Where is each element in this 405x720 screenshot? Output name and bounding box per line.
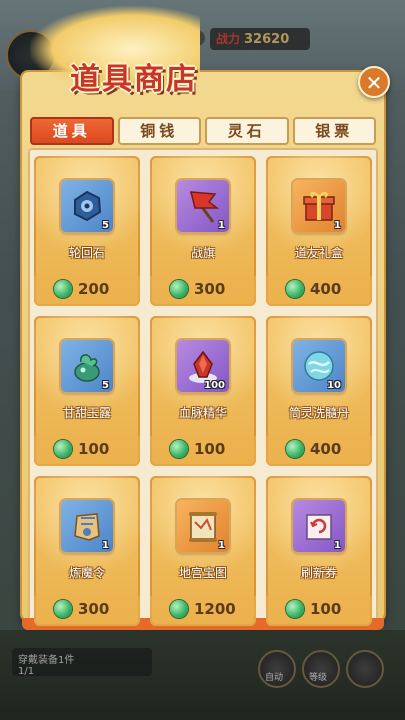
jade-coin-icon bbox=[54, 440, 72, 458]
item-name: 筒灵洗髓丹 bbox=[288, 406, 349, 420]
shop-item-card[interactable]: 1 道友礼盒 400 bbox=[266, 156, 372, 306]
item-name: 刷新券 bbox=[300, 566, 337, 580]
item-price: 200 bbox=[54, 280, 109, 298]
jade-coin-icon bbox=[170, 280, 188, 298]
jade-coin-icon bbox=[286, 440, 304, 458]
tab-silver-note[interactable]: 银票 bbox=[292, 117, 376, 145]
item-price: 100 bbox=[54, 440, 109, 458]
price-value: 200 bbox=[78, 280, 110, 298]
shop-tabs: 道具 铜钱 灵石 银票 bbox=[30, 117, 376, 147]
item-quantity: 1 bbox=[334, 220, 341, 231]
item-price: 100 bbox=[170, 440, 225, 458]
close-button[interactable]: ✕ bbox=[358, 66, 390, 98]
price-value: 100 bbox=[78, 440, 110, 458]
item-quantity: 1 bbox=[218, 540, 225, 551]
demon-token-icon bbox=[74, 513, 100, 541]
jade-coin-icon bbox=[286, 600, 304, 618]
item-quantity: 5 bbox=[102, 380, 109, 391]
item-icon-frame: 1 bbox=[177, 180, 229, 232]
item-icon-frame: 100 bbox=[177, 340, 229, 392]
price-value: 400 bbox=[310, 440, 342, 458]
item-icon-frame: 1 bbox=[293, 180, 345, 232]
treasure-map-icon bbox=[189, 512, 217, 542]
item-quantity: 10 bbox=[327, 380, 341, 391]
jade-coin-icon bbox=[286, 280, 304, 298]
item-icon-frame: 5 bbox=[61, 180, 113, 232]
shop-title: 道具商店 bbox=[70, 62, 198, 97]
tab-copper[interactable]: 铜钱 bbox=[117, 117, 201, 145]
jade-dew-icon bbox=[74, 354, 100, 382]
shop-item-card[interactable]: 10 筒灵洗髓丹 400 bbox=[266, 316, 372, 466]
item-price: 1200 bbox=[170, 600, 236, 618]
item-quantity: 100 bbox=[204, 380, 225, 391]
item-name: 地宫宝图 bbox=[178, 566, 227, 580]
item-icon-frame: 10 bbox=[293, 340, 345, 392]
price-value: 100 bbox=[194, 440, 226, 458]
item-price: 300 bbox=[170, 280, 225, 298]
item-quantity: 5 bbox=[102, 220, 109, 231]
price-value: 1200 bbox=[194, 600, 236, 618]
reincarnation-stone-icon bbox=[74, 190, 102, 222]
shop-item-card[interactable]: 1 炼魔令 300 bbox=[34, 476, 140, 626]
item-name: 战旗 bbox=[190, 246, 215, 260]
item-name: 炼魔令 bbox=[68, 566, 105, 580]
tab-spirit-stone[interactable]: 灵石 bbox=[205, 117, 289, 145]
item-quantity: 1 bbox=[334, 540, 341, 551]
refresh-ticket-icon bbox=[306, 514, 332, 540]
item-icon-frame: 1 bbox=[293, 500, 345, 552]
shop-item-card[interactable]: 1 刷新券 100 bbox=[266, 476, 372, 626]
war-flag-icon bbox=[189, 191, 220, 223]
shop-item-card[interactable]: 5 甘甜玉露 100 bbox=[34, 316, 140, 466]
item-price: 400 bbox=[286, 280, 341, 298]
item-name: 轮回石 bbox=[68, 246, 105, 260]
item-icon-frame: 1 bbox=[61, 500, 113, 552]
shop-item-card[interactable]: 5 轮回石 200 bbox=[34, 156, 140, 306]
item-name: 道友礼盒 bbox=[294, 246, 343, 260]
shop-item-card[interactable]: 1 地宫宝图 1200 bbox=[150, 476, 256, 626]
item-name: 甘甜玉露 bbox=[62, 406, 111, 420]
price-value: 100 bbox=[310, 600, 342, 618]
item-price: 100 bbox=[286, 600, 341, 618]
jade-coin-icon bbox=[170, 600, 188, 618]
jade-coin-icon bbox=[170, 440, 188, 458]
price-value: 300 bbox=[78, 600, 110, 618]
tab-items[interactable]: 道具 bbox=[30, 117, 114, 145]
shop-item-card[interactable]: 1 战旗 300 bbox=[150, 156, 256, 306]
item-price: 400 bbox=[286, 440, 341, 458]
price-value: 400 bbox=[310, 280, 342, 298]
item-icon-frame: 1 bbox=[177, 500, 229, 552]
item-price: 300 bbox=[54, 600, 109, 618]
price-value: 300 bbox=[194, 280, 226, 298]
jade-coin-icon bbox=[54, 600, 72, 618]
gift-box-icon bbox=[303, 191, 335, 221]
jade-coin-icon bbox=[54, 280, 72, 298]
item-quantity: 1 bbox=[218, 220, 225, 231]
item-quantity: 1 bbox=[102, 540, 109, 551]
item-name: 血脉精华 bbox=[178, 406, 227, 420]
item-icon-frame: 5 bbox=[61, 340, 113, 392]
shop-item-card[interactable]: 100 血脉精华 100 bbox=[150, 316, 256, 466]
